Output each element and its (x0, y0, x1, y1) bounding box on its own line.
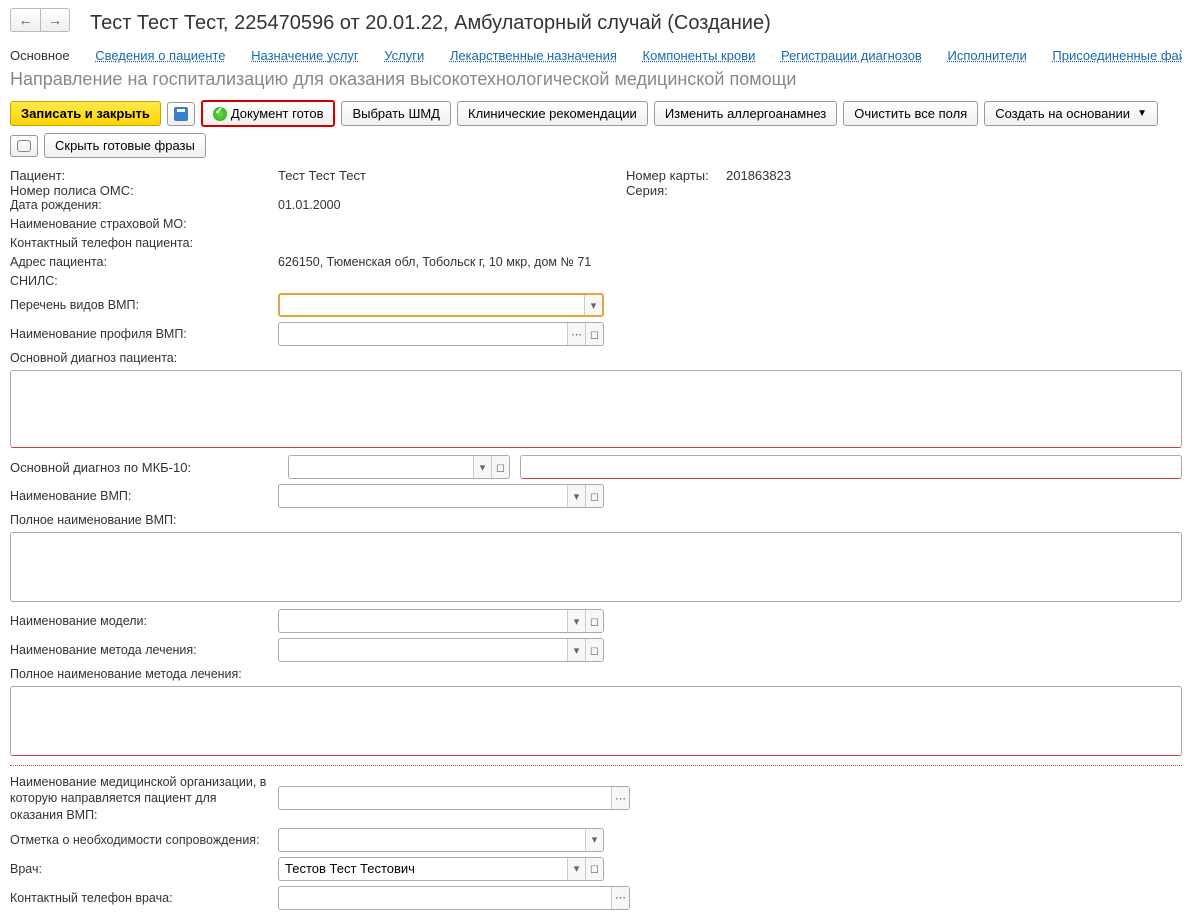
treatment-full-textarea[interactable] (10, 686, 1182, 756)
med-org-combo[interactable]: ⋯ (278, 786, 630, 810)
tab-services[interactable]: Услуги (384, 48, 424, 63)
patient-value: Тест Тест Тест (278, 168, 366, 183)
open-icon[interactable]: ◻ (491, 456, 509, 478)
save-and-close-button[interactable]: Записать и закрыть (10, 101, 161, 126)
treatment-full-label: Полное наименование метода лечения: (10, 667, 278, 681)
vmp-profile-input[interactable] (279, 323, 567, 345)
mkb-input[interactable] (289, 456, 473, 478)
doctor-input[interactable] (279, 858, 567, 880)
check-icon (213, 107, 227, 121)
series-label: Серия: (626, 183, 726, 198)
card-value: 201863823 (726, 168, 791, 183)
clinical-recommendations-button[interactable]: Клинические рекомендации (457, 101, 648, 126)
chevron-down-icon[interactable]: ▾ (567, 485, 585, 507)
oms-label: Номер полиса ОМС: (10, 183, 278, 198)
chat-button[interactable] (10, 135, 38, 157)
create-based-button[interactable]: Создать на основании▼ (984, 101, 1158, 126)
chevron-down-icon[interactable]: ▾ (567, 858, 585, 880)
treatment-method-combo[interactable]: ▾ ◻ (278, 638, 604, 662)
page-title: Тест Тест Тест, 225470596 от 20.01.22, А… (90, 12, 771, 35)
tab-patient-info[interactable]: Сведения о пациенте (95, 48, 225, 63)
address-label: Адрес пациента: (10, 255, 278, 269)
open-icon[interactable]: ◻ (585, 610, 603, 632)
card-label: Номер карты: (626, 168, 726, 183)
hide-ready-phrases-button[interactable]: Скрыть готовые фразы (44, 133, 206, 158)
escort-label: Отметка о необходимости сопровождения: (10, 833, 278, 847)
tab-medication[interactable]: Лекарственные назначения (450, 48, 617, 63)
model-input[interactable] (279, 610, 567, 632)
open-icon[interactable]: ◻ (585, 323, 603, 345)
form-subtitle: Направление на госпитализацию для оказан… (10, 69, 1182, 90)
vmp-name-combo[interactable]: ▾ ◻ (278, 484, 604, 508)
vmp-name-label: Наименование ВМП: (10, 489, 278, 503)
insurance-mo-label: Наименование страховой МО: (10, 217, 278, 231)
vmp-list-combo[interactable]: ▾ (278, 293, 604, 317)
tab-blood[interactable]: Компоненты крови (643, 48, 756, 63)
tab-executors[interactable]: Исполнители (947, 48, 1026, 63)
chevron-down-icon[interactable]: ▾ (584, 295, 602, 315)
chevron-down-icon[interactable]: ▾ (567, 639, 585, 661)
vmp-profile-combo[interactable]: ⋯ ◻ (278, 322, 604, 346)
document-ready-button[interactable]: Документ готов (201, 100, 336, 127)
vmp-full-label: Полное наименование ВМП: (10, 513, 278, 527)
doctor-phone-label: Контактный телефон врача: (10, 891, 278, 905)
more-icon[interactable]: ⋯ (611, 787, 629, 809)
patient-label: Пациент: (10, 168, 278, 183)
vmp-list-input[interactable] (280, 295, 584, 315)
dob-value: 01.01.2000 (278, 198, 341, 212)
contact-phone-label: Контактный телефон пациента: (10, 236, 278, 250)
vmp-name-input[interactable] (279, 485, 567, 507)
clear-all-button[interactable]: Очистить все поля (843, 101, 978, 126)
chevron-down-icon[interactable]: ▾ (585, 829, 603, 851)
chevron-down-icon[interactable]: ▾ (473, 456, 491, 478)
nav-forward-button[interactable]: → (40, 8, 70, 32)
doctor-combo[interactable]: ▾ ◻ (278, 857, 604, 881)
chat-icon (17, 140, 31, 152)
chevron-down-icon: ▼ (1137, 108, 1147, 119)
main-diag-label: Основной диагноз пациента: (10, 351, 278, 365)
treatment-method-input[interactable] (279, 639, 567, 661)
tab-files[interactable]: Присоединенные файлы (1052, 48, 1182, 63)
dob-label: Дата рождения: (10, 198, 278, 212)
tabs-bar: Основное Сведения о пациенте Назначение … (10, 48, 1182, 63)
model-label: Наименование модели: (10, 614, 278, 628)
main-diag-textarea[interactable] (10, 370, 1182, 448)
escort-input[interactable] (279, 829, 585, 851)
vmp-full-textarea[interactable] (10, 532, 1182, 602)
address-value: 626150, Тюменская обл, Тобольск г, 10 мк… (278, 255, 591, 269)
more-icon[interactable]: ⋯ (611, 887, 629, 909)
open-icon[interactable]: ◻ (585, 639, 603, 661)
vmp-list-label: Перечень видов ВМП: (10, 298, 278, 312)
med-org-label: Наименование медицинской организации, в … (10, 774, 278, 823)
section-divider (10, 765, 1182, 766)
more-icon[interactable]: ⋯ (567, 323, 585, 345)
doctor-label: Врач: (10, 862, 278, 876)
mkb-combo[interactable]: ▾ ◻ (288, 455, 510, 479)
choose-shmd-button[interactable]: Выбрать ШМД (341, 101, 451, 126)
save-icon (174, 107, 188, 121)
tab-service-assign[interactable]: Назначение услуг (251, 48, 359, 63)
mkb-desc-field[interactable] (520, 455, 1182, 479)
open-icon[interactable]: ◻ (585, 485, 603, 507)
vmp-profile-label: Наименование профиля ВМП: (10, 327, 278, 341)
doctor-phone-combo[interactable]: ⋯ (278, 886, 630, 910)
escort-combo[interactable]: ▾ (278, 828, 604, 852)
med-org-input[interactable] (279, 787, 611, 809)
save-button[interactable] (167, 102, 195, 126)
chevron-down-icon[interactable]: ▾ (567, 610, 585, 632)
mkb-label: Основной диагноз по МКБ-10: (10, 460, 278, 475)
change-allergo-button[interactable]: Изменить аллергоанамнез (654, 101, 837, 126)
nav-back-button[interactable]: ← (10, 8, 40, 32)
open-icon[interactable]: ◻ (585, 858, 603, 880)
tab-main[interactable]: Основное (10, 48, 70, 63)
tab-diagnosis[interactable]: Регистрации диагнозов (781, 48, 922, 63)
model-combo[interactable]: ▾ ◻ (278, 609, 604, 633)
treatment-method-label: Наименование метода лечения: (10, 643, 278, 657)
snils-label: СНИЛС: (10, 274, 278, 288)
doctor-phone-input[interactable] (279, 887, 611, 909)
